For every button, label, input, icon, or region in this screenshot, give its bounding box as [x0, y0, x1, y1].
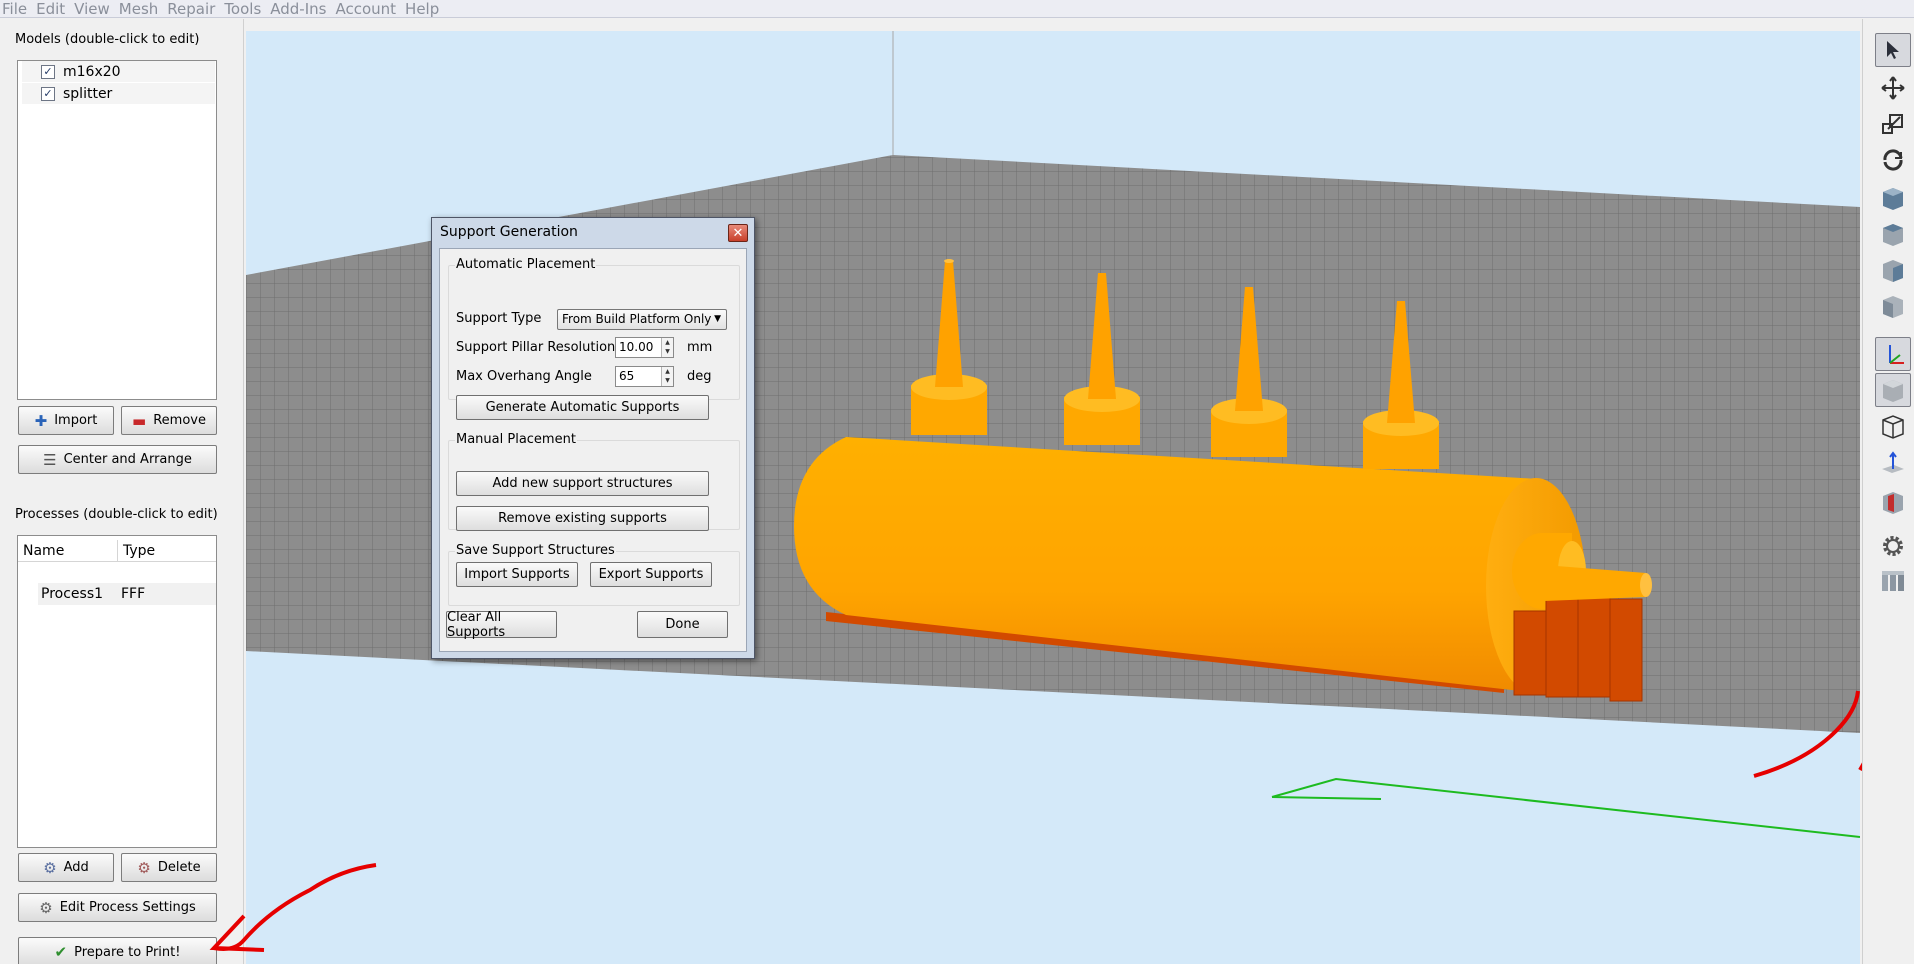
left-panel: Models (double-click to edit) ✓ m16x20 ✓… — [0, 19, 244, 964]
rotate-icon[interactable] — [1875, 143, 1911, 177]
max-overhang-angle-label: Max Overhang Angle — [456, 369, 592, 384]
export-supports-button[interactable]: Export Supports — [590, 562, 712, 587]
import-icon: ✚ — [34, 411, 48, 430]
center-arrange-label: Center and Arrange — [63, 452, 192, 467]
import-supports-button[interactable]: Import Supports — [456, 562, 578, 587]
prepare-to-print-button[interactable]: ✔ Prepare to Print! — [18, 937, 217, 964]
menu-account[interactable]: Account — [335, 0, 405, 18]
center-arrange-button[interactable]: ☰ Center and Arrange — [18, 445, 217, 474]
col-name-header[interactable]: Name — [18, 540, 118, 561]
move-icon[interactable] — [1875, 71, 1911, 105]
process-name-cell: Process1 — [41, 586, 104, 602]
edit-process-settings-button[interactable]: ⚙ Edit Process Settings — [18, 893, 217, 922]
cross-section-icon[interactable] — [1875, 485, 1911, 519]
select-cursor-icon[interactable] — [1875, 33, 1911, 67]
dialog-body: Automatic Placement Support Type From Bu… — [439, 248, 747, 652]
manual-placement-legend: Manual Placement — [455, 432, 577, 447]
model-item-label: splitter — [63, 85, 113, 102]
menu-add-ins[interactable]: Add-Ins — [270, 0, 335, 18]
menu-edit[interactable]: Edit — [36, 0, 74, 18]
solid-view-icon[interactable] — [1875, 373, 1911, 407]
settings-gear-icon[interactable] — [1875, 529, 1911, 563]
arrange-icon: ☰ — [43, 450, 57, 469]
y-axis-line — [1271, 777, 1860, 838]
delete-process-label: Delete — [157, 860, 201, 875]
edit-process-label: Edit Process Settings — [59, 900, 196, 915]
menu-mesh[interactable]: Mesh — [119, 0, 168, 18]
menu-file[interactable]: File — [0, 0, 36, 18]
prepare-to-print-label: Prepare to Print! — [74, 944, 181, 960]
support-type-label: Support Type — [456, 311, 542, 326]
add-process-label: Add — [63, 860, 89, 875]
checkmark-icon: ✔ — [54, 943, 68, 961]
table-row[interactable]: Process1 FFF — [38, 583, 216, 605]
add-gear-icon: ⚙ — [43, 858, 57, 877]
add-process-button[interactable]: ⚙ Add — [18, 853, 114, 882]
max-overhang-angle-unit: deg — [687, 369, 712, 384]
normals-icon[interactable] — [1875, 445, 1911, 479]
menu-tools[interactable]: Tools — [224, 0, 270, 18]
delete-gear-icon: ⚙ — [137, 858, 151, 877]
remove-existing-supports-button[interactable]: Remove existing supports — [456, 506, 709, 531]
support-blocks — [1513, 596, 1643, 702]
col-type-header[interactable]: Type — [118, 540, 155, 561]
max-overhang-angle-value: 65 — [619, 369, 635, 383]
supports-icon[interactable] — [1875, 564, 1911, 598]
view-front-icon[interactable] — [1875, 181, 1911, 215]
view-top-icon[interactable] — [1875, 217, 1911, 251]
model-item-m16x20[interactable]: ✓ m16x20 — [22, 61, 215, 82]
pillar-resolution-unit: mm — [687, 340, 713, 355]
clear-all-supports-button[interactable]: Clear All Supports — [446, 610, 557, 640]
model-checkbox-splitter[interactable]: ✓ — [41, 86, 55, 101]
max-overhang-angle-spinbox[interactable]: 65 ▲ ▼ — [615, 366, 674, 387]
process-type-cell: FFF — [121, 586, 146, 602]
menu-repair[interactable]: Repair — [167, 0, 224, 18]
spin-arrows-icon[interactable]: ▲ ▼ — [661, 367, 673, 386]
automatic-placement-legend: Automatic Placement — [455, 257, 597, 272]
processes-table[interactable] — [17, 535, 217, 848]
spin-arrows-icon[interactable]: ▲ ▼ — [661, 338, 673, 357]
support-type-select[interactable]: From Build Platform Only ▼ — [557, 309, 727, 330]
add-support-structures-button[interactable]: Add new support structures — [456, 471, 709, 496]
models-list[interactable] — [17, 60, 217, 400]
done-button[interactable]: Done — [637, 611, 728, 638]
view-iso-icon[interactable] — [1875, 289, 1911, 323]
model-item-label: m16x20 — [63, 63, 121, 80]
support-generation-dialog: Support Generation ✕ Automatic Placement… — [431, 217, 755, 659]
models-title: Models (double-click to edit) — [15, 32, 200, 47]
axes-icon[interactable] — [1875, 337, 1911, 371]
remove-button-label: Remove — [153, 413, 206, 428]
remove-icon: ▬ — [132, 411, 147, 430]
processes-title: Processes (double-click to edit) — [15, 507, 218, 522]
menu-help[interactable]: Help — [405, 0, 448, 18]
red-annotation-arrow-left — [209, 863, 377, 952]
model-checkbox-m16x20[interactable]: ✓ — [41, 64, 55, 79]
import-button[interactable]: ✚ Import — [18, 406, 114, 435]
dialog-title: Support Generation — [440, 224, 578, 240]
remove-button[interactable]: ▬ Remove — [121, 406, 217, 435]
settings-gears-icon: ⚙ — [39, 898, 53, 917]
pillar-resolution-value: 10.00 — [619, 340, 654, 354]
import-button-label: Import — [54, 413, 98, 428]
x-axis-line — [1271, 796, 1382, 800]
close-icon[interactable]: ✕ — [728, 224, 748, 242]
support-type-value: From Build Platform Only — [562, 312, 712, 326]
menu-view[interactable]: View — [74, 0, 119, 18]
generate-automatic-supports-button[interactable]: Generate Automatic Supports — [456, 395, 709, 420]
save-support-structures-legend: Save Support Structures — [455, 543, 616, 558]
chevron-down-icon: ▼ — [714, 314, 721, 324]
right-toolbar — [1862, 19, 1914, 964]
view-side-icon[interactable] — [1875, 253, 1911, 287]
pillar-resolution-spinbox[interactable]: 10.00 ▲ ▼ — [615, 337, 674, 358]
scale-icon[interactable] — [1875, 107, 1911, 141]
menu-bar: File Edit View Mesh Repair Tools Add-Ins… — [0, 0, 1914, 18]
wireframe-view-icon[interactable] — [1875, 409, 1911, 443]
pillar-resolution-label: Support Pillar Resolution — [456, 340, 616, 355]
processes-table-header: Name Type — [18, 540, 216, 562]
model-item-splitter[interactable]: ✓ splitter — [22, 83, 215, 104]
